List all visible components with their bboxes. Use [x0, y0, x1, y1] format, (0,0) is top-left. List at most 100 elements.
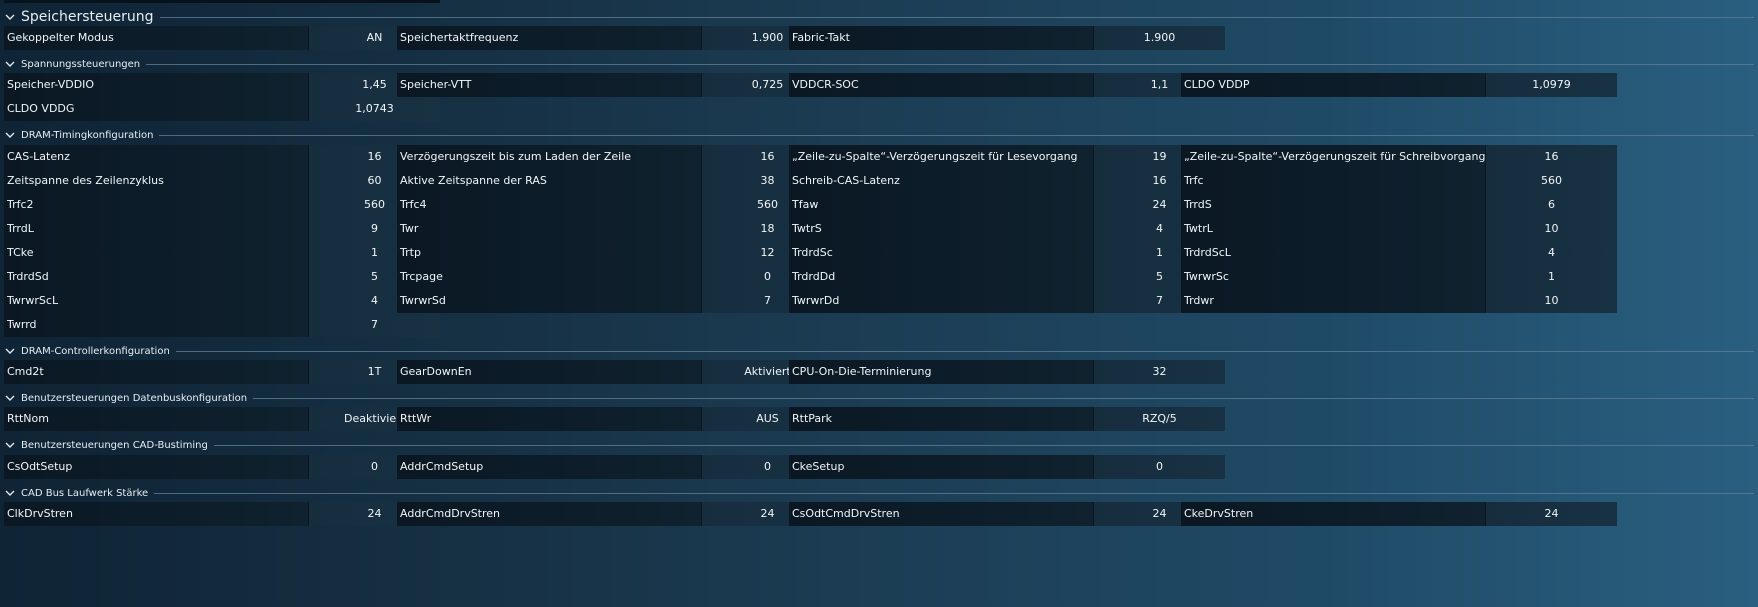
setting-gekoppelter-modus[interactable]: Gekoppelter Modus AN: [4, 26, 440, 50]
setting-twtrl[interactable]: TwtrL 10: [1181, 217, 1617, 241]
setting-value-field[interactable]: 7: [308, 313, 440, 337]
section-divider: [175, 350, 1754, 352]
setting-speichertaktfrequenz[interactable]: Speichertaktfrequenz 1.900: [397, 26, 833, 50]
setting-value-field[interactable]: 10: [1485, 217, 1617, 241]
setting-vddcr-soc[interactable]: VDDCR-SOC 1,1: [789, 73, 1225, 97]
setting-value-field[interactable]: 0: [1093, 455, 1225, 479]
setting-cldo-vddp[interactable]: CLDO VDDP 1,0979: [1181, 73, 1617, 97]
setting-cldo-vddg[interactable]: CLDO VDDG 1,0743: [4, 97, 440, 121]
setting-label: „Zeile-zu-Spalte“-Verzögerungszeit für S…: [1181, 145, 1485, 169]
setting-label: TrrdL: [4, 217, 308, 241]
setting-label: ClkDrvStren: [4, 502, 308, 526]
setting-csodtcmddrvstren[interactable]: CsOdtCmdDrvStren 24: [789, 502, 1225, 526]
section-title: CAD Bus Laufwerk Stärke: [21, 487, 149, 499]
chevron-down-icon[interactable]: [5, 440, 15, 450]
setting-value-field[interactable]: RZQ/5: [1093, 407, 1225, 431]
setting-trdrdscl[interactable]: TrdrdScL 4: [1181, 241, 1617, 265]
chevron-down-icon[interactable]: [5, 488, 15, 498]
setting-label: Zeitspanne des Zeilenzyklus: [4, 169, 308, 193]
setting-speicher-vddio[interactable]: Speicher-VDDIO 1,45: [4, 73, 440, 97]
setting-twrrd[interactable]: Twrrd 7: [4, 313, 440, 337]
setting-rttnom[interactable]: RttNom Deaktiviert: [4, 407, 440, 431]
section-header-dram-timingkonfiguration[interactable]: DRAM-Timingkonfiguration: [0, 126, 1758, 144]
setting-geardownen[interactable]: GearDownEn Aktiviert: [397, 360, 833, 384]
setting-twrwrscl[interactable]: TwrwrScL 4: [4, 289, 440, 313]
setting-twrwrsc[interactable]: TwrwrSc 1: [1181, 265, 1617, 289]
setting-trfc[interactable]: Trfc 560: [1181, 169, 1617, 193]
setting-cpu-on-die-terminierung[interactable]: CPU-On-Die-Terminierung 32: [789, 360, 1225, 384]
setting-label: RttNom: [4, 407, 308, 431]
setting-tcke[interactable]: TCke 1: [4, 241, 440, 265]
setting-value-field[interactable]: 1,0979: [1485, 73, 1617, 97]
setting-value-field[interactable]: 560: [1485, 169, 1617, 193]
setting-label: CPU-On-Die-Terminierung: [789, 360, 1093, 384]
setting-ckedrvstren[interactable]: CkeDrvStren 24: [1181, 502, 1617, 526]
chevron-down-icon[interactable]: [5, 59, 15, 69]
settings-row: CsOdtSetup 0 AddrCmdSetup 0 CkeSetup 0: [0, 455, 1758, 479]
setting-label: CLDO VDDG: [4, 97, 308, 121]
setting-trdrdsd[interactable]: TrdrdSd 5: [4, 265, 440, 289]
setting-label: Trdwr: [1181, 289, 1485, 313]
setting-trfc2[interactable]: Trfc2 560: [4, 193, 440, 217]
chevron-down-icon[interactable]: [5, 130, 15, 140]
section-header-cad-bus-laufwerk-stärke[interactable]: CAD Bus Laufwerk Stärke: [0, 484, 1758, 502]
setting-twrwrsd[interactable]: TwrwrSd 7: [397, 289, 833, 313]
setting-label: Cmd2t: [4, 360, 308, 384]
setting-fabric-takt[interactable]: Fabric-Takt 1.900: [789, 26, 1225, 50]
setting-value-field[interactable]: 24: [1485, 502, 1617, 526]
setting-trfc4[interactable]: Trfc4 560: [397, 193, 833, 217]
setting-twtrs[interactable]: TwtrS 4: [789, 217, 1225, 241]
setting-cas-latenz[interactable]: CAS-Latenz 16: [4, 145, 440, 169]
chevron-down-icon[interactable]: [5, 346, 15, 356]
setting-ckesetup[interactable]: CkeSetup 0: [789, 455, 1225, 479]
setting-value-field[interactable]: 1,0743: [308, 97, 440, 121]
setting-value-field[interactable]: 4: [1485, 241, 1617, 265]
setting-zeile-zu-spalte-verzögerungszeit-für-schreibvorgang[interactable]: „Zeile-zu-Spalte“-Verzögerungszeit für S…: [1181, 145, 1617, 169]
setting-trcpage[interactable]: Trcpage 0: [397, 265, 833, 289]
setting-verzögerungszeit-bis-zum-laden-der-zeile[interactable]: Verzögerungszeit bis zum Laden der Zeile…: [397, 145, 833, 169]
setting-value-field[interactable]: 32: [1093, 360, 1225, 384]
setting-twrwrdd[interactable]: TwrwrDd 7: [789, 289, 1225, 313]
setting-rttpark[interactable]: RttPark RZQ/5: [789, 407, 1225, 431]
setting-csodtsetup[interactable]: CsOdtSetup 0: [4, 455, 440, 479]
chevron-down-icon[interactable]: [5, 12, 15, 22]
setting-rttwr[interactable]: RttWr AUS: [397, 407, 833, 431]
setting-label: CkeSetup: [789, 455, 1093, 479]
setting-clkdrvstren[interactable]: ClkDrvStren 24: [4, 502, 440, 526]
setting-cmd2t[interactable]: Cmd2t 1T: [4, 360, 440, 384]
section-divider: [154, 492, 1754, 494]
setting-trdwr[interactable]: Trdwr 10: [1181, 289, 1617, 313]
setting-value-field[interactable]: 1.900: [1093, 26, 1225, 50]
setting-zeile-zu-spalte-verzögerungszeit-für-lesevorgang[interactable]: „Zeile-zu-Spalte“-Verzögerungszeit für L…: [789, 145, 1225, 169]
setting-value-field[interactable]: 16: [1485, 145, 1617, 169]
setting-trrds[interactable]: TrrdS 6: [1181, 193, 1617, 217]
setting-schreib-cas-latenz[interactable]: Schreib-CAS-Latenz 16: [789, 169, 1225, 193]
setting-value-field[interactable]: 6: [1485, 193, 1617, 217]
chevron-down-icon[interactable]: [5, 393, 15, 403]
setting-trdrddd[interactable]: TrdrdDd 5: [789, 265, 1225, 289]
section-header-speichersteuerung[interactable]: Speichersteuerung: [0, 8, 1758, 26]
setting-zeitspanne-des-zeilenzyklus[interactable]: Zeitspanne des Zeilenzyklus 60: [4, 169, 440, 193]
section-header-benutzersteuerungen-datenbuskonfiguration[interactable]: Benutzersteuerungen Datenbuskonfiguratio…: [0, 389, 1758, 407]
setting-label: TwrwrDd: [789, 289, 1093, 313]
setting-trtp[interactable]: Trtp 12: [397, 241, 833, 265]
setting-label: TrdrdSc: [789, 241, 1093, 265]
setting-speicher-vtt[interactable]: Speicher-VTT 0,725: [397, 73, 833, 97]
section-divider: [146, 63, 1754, 65]
setting-trdrdsc[interactable]: TrdrdSc 1: [789, 241, 1225, 265]
setting-addrcmddrvstren[interactable]: AddrCmdDrvStren 24: [397, 502, 833, 526]
section-header-spannungssteuerungen[interactable]: Spannungssteuerungen: [0, 55, 1758, 73]
section-header-benutzersteuerungen-cad-bustiming[interactable]: Benutzersteuerungen CAD-Bustiming: [0, 436, 1758, 454]
setting-label: Trfc4: [397, 193, 701, 217]
setting-addrcmdsetup[interactable]: AddrCmdSetup 0: [397, 455, 833, 479]
setting-aktive-zeitspanne-der-ras[interactable]: Aktive Zeitspanne der RAS 38: [397, 169, 833, 193]
setting-value-field[interactable]: 10: [1485, 289, 1617, 313]
setting-tfaw[interactable]: Tfaw 24: [789, 193, 1225, 217]
section-header-dram-controllerkonfiguration[interactable]: DRAM-Controllerkonfiguration: [0, 342, 1758, 360]
setting-trrdl[interactable]: TrrdL 9: [4, 217, 440, 241]
setting-twr[interactable]: Twr 18: [397, 217, 833, 241]
section-title: DRAM-Controllerkonfiguration: [21, 345, 170, 357]
setting-value-field[interactable]: 1: [1485, 265, 1617, 289]
setting-label: Verzögerungszeit bis zum Laden der Zeile: [397, 145, 701, 169]
settings-row: Twrrd 7: [0, 313, 1758, 337]
